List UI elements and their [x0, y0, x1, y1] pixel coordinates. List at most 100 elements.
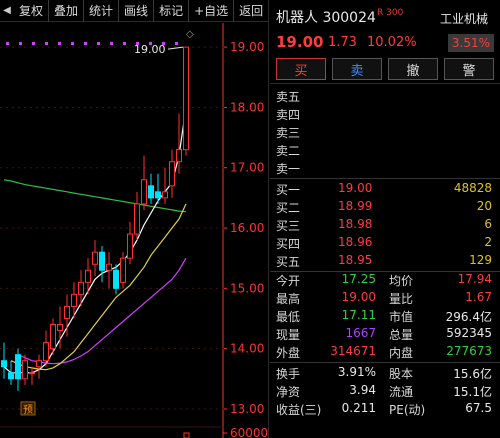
stat-label: 量比	[389, 292, 414, 306]
collapse-left-icon[interactable]: ◀	[0, 0, 14, 22]
stats-row: 最高 19.00 量比 1.67	[270, 289, 500, 307]
stat-label: 外盘	[276, 346, 301, 360]
axis-tick-label: 15.00	[230, 281, 264, 295]
stat-label: 股本	[389, 367, 414, 381]
ask-row[interactable]: 卖二	[270, 141, 500, 159]
price-change: 1.73	[328, 35, 357, 50]
last-price: 19.00	[276, 33, 324, 51]
indicator-dot	[71, 42, 74, 45]
stat-label: 净资	[276, 385, 301, 399]
ask-levels: 卖五 卖四 卖三 卖二 卖一	[270, 87, 500, 177]
stat-label: 今开	[276, 274, 301, 288]
bid-row[interactable]: 买二 18.99 20	[270, 198, 500, 216]
indicator-dot	[123, 42, 126, 45]
toolbar-button-add-watchlist[interactable]: +自选	[189, 0, 235, 22]
candle-body	[176, 149, 182, 163]
bid-price: 19.00	[338, 181, 373, 195]
candle-body	[15, 354, 21, 380]
stats-row: 现量 1667 总量 592345	[270, 325, 500, 343]
stat-value: 15.1亿	[453, 385, 492, 399]
indicator-dot	[6, 42, 9, 45]
bid-price: 18.99	[338, 199, 373, 213]
candle-body	[36, 360, 42, 368]
bid-levels: 买一 19.00 48828 买二 18.99 20 买三 18.98 6 买四 18.96 2…	[270, 180, 500, 270]
stat-value: 17.94	[457, 272, 492, 286]
toolbar-button-mark[interactable]: 标记	[154, 0, 190, 22]
toolbar-button-back[interactable]: 返回	[234, 0, 268, 22]
axis-tick-label: 17.00	[230, 161, 264, 175]
bid-row[interactable]: 买四 18.96 2	[270, 234, 500, 252]
indicator-dot	[19, 42, 22, 45]
toolbar-button-overlay[interactable]: 叠加	[49, 0, 85, 22]
indicator-dot	[45, 42, 48, 45]
indicator-dot	[58, 42, 61, 45]
axis-tick-label: 16.00	[230, 221, 264, 235]
toolbar-button-fuquan[interactable]: 复权	[14, 0, 50, 22]
candle-body	[162, 191, 168, 199]
candle-body	[22, 360, 28, 380]
high-price-label: 19.00	[134, 43, 166, 56]
candle-body	[183, 46, 189, 151]
indicator-dot	[110, 42, 113, 45]
bid-volume: 129	[469, 253, 492, 267]
stat-label: 最高	[276, 292, 301, 306]
price-line: 19.00 1.73 10.02% 3.51%	[270, 30, 500, 56]
ask-row[interactable]: 卖四	[270, 105, 500, 123]
candlestick-plot[interactable]: ◇ 19.00 18.00 17.00 16.00 15.00 14.00 13.00 6000…	[0, 23, 269, 438]
ask-label: 卖一	[276, 162, 301, 176]
trade-actions: 买 卖 撤 警	[270, 56, 500, 84]
bid-price: 18.96	[338, 235, 373, 249]
axis-tick-label: 60000	[230, 426, 268, 438]
stats-row: 最低 17.11 市值 296.4亿	[270, 307, 500, 325]
ask-label: 卖四	[276, 108, 301, 122]
cancel-order-button[interactable]: 撤	[388, 58, 438, 80]
bid-volume: 2	[484, 235, 492, 249]
indicator-dot	[84, 42, 87, 45]
ask-label: 卖五	[276, 90, 301, 104]
candle-body	[169, 161, 175, 187]
candle-body	[8, 372, 14, 380]
candle-body	[1, 360, 7, 368]
indicator-dot	[32, 42, 35, 45]
candle-body	[113, 269, 119, 289]
stat-label: 均价	[389, 274, 414, 288]
candle-body	[43, 342, 49, 362]
stat-label: 收益(三)	[276, 403, 322, 417]
ask-row[interactable]: 卖三	[270, 123, 500, 141]
kline-chart-panel[interactable]: ◀ 复权 叠加 统计 画线 标记 +自选 返回 ◇ 19.00 18.00 17.00…	[0, 0, 269, 438]
stat-value: 17.25	[341, 272, 376, 286]
quote-panel: 机器人 300024 R 300 工业机械 19.00 1.73 10.02% …	[270, 0, 500, 438]
sell-button[interactable]: 卖	[332, 58, 382, 80]
stats-row: 净资 3.94 流通 15.1亿	[270, 382, 500, 400]
candle-body	[50, 324, 56, 350]
axis-tick-label: 19.00	[230, 40, 264, 54]
stat-label: 流通	[389, 385, 414, 399]
candle-body	[127, 233, 133, 259]
industry-link[interactable]: 工业机械	[440, 10, 488, 27]
stat-label: 市值	[389, 310, 414, 324]
stat-label: 换手	[276, 367, 301, 381]
stat-value: 1667	[345, 326, 376, 340]
toolbar-button-stats[interactable]: 统计	[84, 0, 120, 22]
bid-label: 买二	[276, 201, 301, 215]
buy-button[interactable]: 买	[276, 58, 326, 80]
candle-body	[78, 281, 84, 295]
settings-diamond-icon: ◇	[186, 29, 194, 40]
stat-value: 0.211	[341, 401, 376, 415]
stat-value: 277673	[446, 344, 492, 358]
candle-body	[29, 372, 35, 375]
bid-row[interactable]: 买五 18.95 129	[270, 252, 500, 270]
alert-button[interactable]: 警	[444, 58, 494, 80]
candle-body	[134, 203, 140, 235]
bid-row[interactable]: 买三 18.98 6	[270, 216, 500, 234]
indicator-dot	[175, 42, 178, 45]
bid-row[interactable]: 买一 19.00 48828	[270, 180, 500, 198]
ask-label: 卖三	[276, 126, 301, 140]
toolbar-button-draw-line[interactable]: 画线	[119, 0, 155, 22]
ask-row[interactable]: 卖五	[270, 87, 500, 105]
bid-label: 买五	[276, 255, 301, 269]
forecast-marker-label: 预	[23, 404, 33, 416]
stat-value: 19.00	[341, 290, 376, 304]
ask-row[interactable]: 卖一	[270, 159, 500, 177]
stat-label: PE(动)	[389, 403, 426, 417]
